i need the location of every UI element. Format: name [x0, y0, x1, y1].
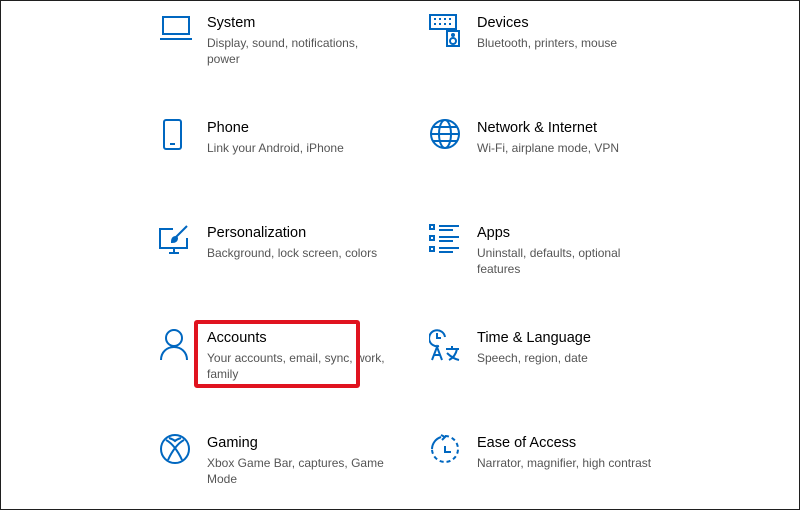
tile-title: Accounts: [207, 330, 267, 346]
apps-list-icon: [429, 224, 463, 258]
globe-icon: [429, 119, 463, 153]
tile-personalization[interactable]: Personalization Background, lock screen,…: [159, 224, 399, 310]
tile-gaming[interactable]: Gaming Xbox Game Bar, captures, Game Mod…: [159, 434, 399, 520]
tile-devices[interactable]: Devices Bluetooth, printers, mouse: [429, 14, 669, 100]
tile-title: System: [207, 15, 256, 31]
tile-title: Personalization: [207, 225, 307, 241]
tile-ease-of-access[interactable]: Ease of Access Narrator, magnifier, high…: [429, 434, 669, 520]
tile-title: Network & Internet: [477, 120, 598, 136]
tile-description: Xbox Game Bar, captures, Game Mode: [207, 456, 384, 486]
tile-apps[interactable]: Apps Uninstall, defaults, optional featu…: [429, 224, 669, 310]
time-language-icon: [429, 329, 463, 363]
tile-title: Apps: [477, 225, 511, 241]
paint-monitor-icon: [159, 224, 193, 258]
tile-description: Display, sound, notifications, power: [207, 36, 359, 66]
tile-description: Bluetooth, printers, mouse: [477, 36, 618, 50]
tile-phone[interactable]: Phone Link your Android, iPhone: [159, 119, 399, 205]
tile-description: Background, lock screen, colors: [207, 246, 378, 260]
tile-description: Your accounts, email, sync, work, family: [207, 351, 385, 381]
xbox-icon: [159, 434, 193, 468]
ease-of-access-icon: [429, 434, 463, 468]
tile-title: Devices: [477, 15, 529, 31]
laptop-icon: [159, 14, 193, 48]
tile-description: Wi-Fi, airplane mode, VPN: [477, 141, 620, 155]
tile-description: Uninstall, defaults, optional features: [477, 246, 621, 276]
tile-title: Time & Language: [477, 330, 591, 346]
phone-icon: [159, 119, 193, 153]
keyboard-speaker-icon: [429, 14, 463, 48]
tile-description: Link your Android, iPhone: [207, 141, 344, 155]
tile-title: Gaming: [207, 435, 258, 451]
tile-system[interactable]: System Display, sound, notifications, po…: [159, 14, 399, 100]
tile-title: Ease of Access: [477, 435, 577, 451]
tile-accounts[interactable]: Accounts Your accounts, email, sync, wor…: [159, 329, 399, 415]
tile-time-language[interactable]: Time & Language Speech, region, date: [429, 329, 669, 415]
tile-description: Narrator, magnifier, high contrast: [477, 456, 652, 470]
tile-description: Speech, region, date: [477, 351, 588, 365]
tile-title: Phone: [207, 120, 249, 136]
settings-window: System Display, sound, notifications, po…: [0, 0, 800, 510]
tile-network[interactable]: Network & Internet Wi-Fi, airplane mode,…: [429, 119, 669, 205]
person-icon: [159, 329, 193, 363]
